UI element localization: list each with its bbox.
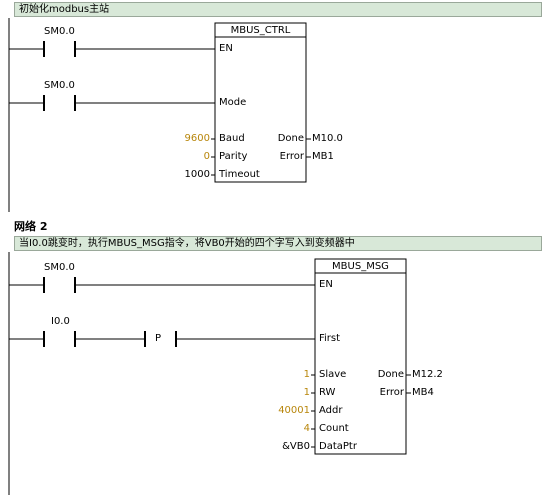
mbus-ctrl-timeout-value[interactable]: 1000 bbox=[150, 169, 210, 181]
positive-edge-contact[interactable] bbox=[144, 331, 315, 347]
mbus-msg-slave-value[interactable]: 1 bbox=[250, 369, 310, 381]
n2-contact2-label: I0.0 bbox=[51, 316, 70, 327]
mbus-ctrl-parity-pin: Parity bbox=[219, 151, 248, 162]
mbus-msg-done-out[interactable]: M12.2 bbox=[412, 369, 443, 381]
mbus-msg-first: First bbox=[319, 333, 341, 344]
mbus-msg-en: EN bbox=[319, 279, 333, 290]
mbus-msg-title: MBUS_MSG bbox=[332, 261, 389, 272]
mbus-ctrl-done-out[interactable]: M10.0 bbox=[312, 133, 343, 145]
mbus-msg-count-pin: Count bbox=[319, 423, 349, 434]
mbus-msg-addr-value[interactable]: 40001 bbox=[250, 405, 310, 417]
mbus-ctrl-timeout-pin: Timeout bbox=[219, 169, 260, 180]
mbus-ctrl-parity-value[interactable]: 0 bbox=[150, 151, 210, 163]
positive-edge-label: P bbox=[155, 333, 162, 344]
mbus-ctrl-en: EN bbox=[219, 43, 233, 54]
n1-contact2-label: SM0.0 bbox=[44, 80, 75, 91]
n1-contact1-label: SM0.0 bbox=[44, 26, 75, 37]
n1-contact1[interactable] bbox=[9, 41, 215, 57]
mbus-ctrl-done-pin: Done bbox=[277, 133, 304, 144]
mbus-msg-error-pin: Error bbox=[379, 387, 404, 398]
network2-label: 网络 2 bbox=[14, 220, 48, 233]
network2-comment[interactable]: 当I0.0跳变时，执行MBUS_MSG指令，将VB0开始的四个字写入到变频器中 bbox=[14, 236, 542, 251]
mbus-ctrl-title: MBUS_CTRL bbox=[230, 25, 291, 36]
mbus-msg-count-value[interactable]: 4 bbox=[250, 423, 310, 435]
mbus-msg-rw-pin: RW bbox=[319, 387, 336, 398]
mbus-ctrl-error-out[interactable]: MB1 bbox=[312, 151, 334, 163]
mbus-msg-done-pin: Done bbox=[377, 369, 404, 380]
mbus-msg-rw-value[interactable]: 1 bbox=[250, 387, 310, 399]
mbus-msg-dataptr-pin: DataPtr bbox=[319, 441, 357, 452]
mbus-msg-slave-pin: Slave bbox=[319, 369, 347, 380]
mbus-msg-dataptr-value[interactable]: &VB0 bbox=[250, 441, 310, 453]
n1-contact2[interactable] bbox=[9, 95, 215, 111]
mbus-msg-addr-pin: Addr bbox=[319, 405, 343, 416]
mbus-ctrl-baud-pin: Baud bbox=[219, 133, 245, 144]
n2-contact2[interactable] bbox=[9, 331, 145, 347]
mbus-ctrl-baud-value[interactable]: 9600 bbox=[150, 133, 210, 145]
mbus-msg-error-out[interactable]: MB4 bbox=[412, 387, 434, 399]
n2-contact1-label: SM0.0 bbox=[44, 262, 75, 273]
n2-contact1[interactable] bbox=[9, 277, 315, 293]
mbus-ctrl-mode: Mode bbox=[219, 97, 247, 108]
mbus-ctrl-error-pin: Error bbox=[279, 151, 304, 162]
